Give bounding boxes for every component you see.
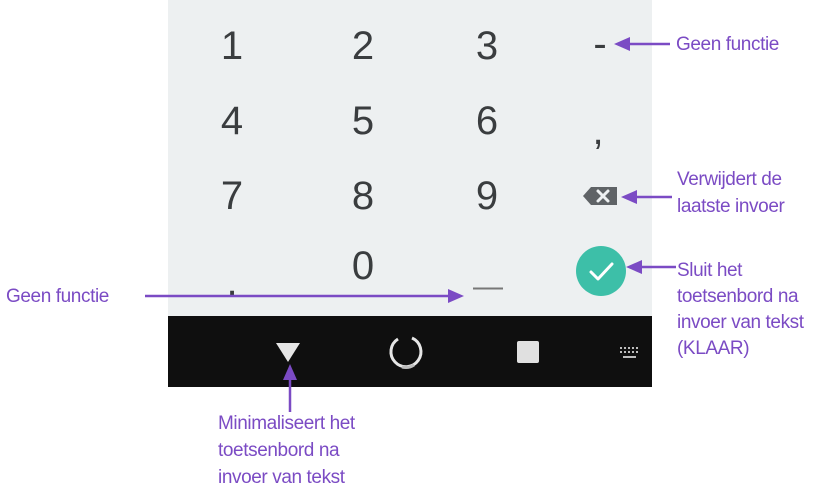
- annotation-backspace-line2: laatste invoer: [677, 196, 785, 217]
- annotation-space: Geen functie: [6, 286, 109, 307]
- annotation-arrows: [145, 37, 676, 412]
- annotation-back-line1: Minimaliseert het: [218, 413, 355, 434]
- annotation-done-line1: Sluit het: [677, 260, 743, 281]
- annotation-dash: Geen functie: [676, 34, 779, 55]
- annotation-done-line3: invoer van tekst: [677, 312, 804, 333]
- annotation-back-line3: invoer van tekst: [218, 467, 345, 488]
- annotation-done-line2: toetsenbord na: [677, 286, 799, 307]
- annotation-back-line2: toetsenbord na: [218, 440, 340, 461]
- annotation-backspace-line1: Verwijdert de: [677, 169, 782, 190]
- annotation-done-line4: (KLAAR): [677, 338, 750, 359]
